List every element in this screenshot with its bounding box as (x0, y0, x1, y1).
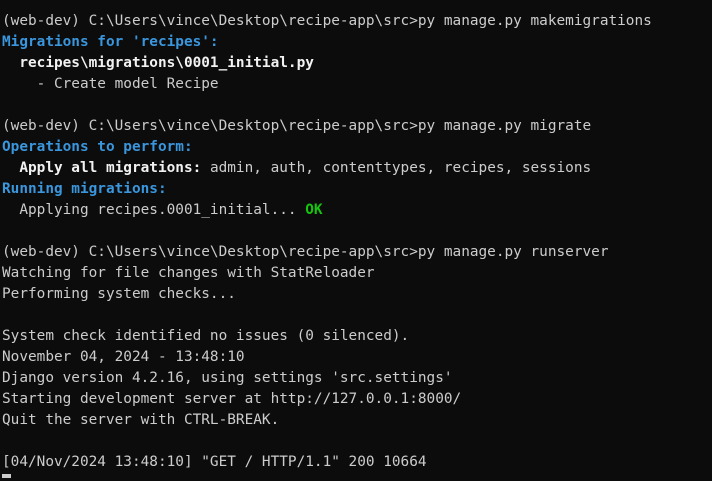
datetime-line: November 04, 2024 - 13:48:10 (2, 349, 245, 365)
django-version-line: Django version 4.2.16, using settings 's… (2, 370, 453, 386)
command-text: py manage.py migrate (417, 118, 592, 134)
no-issues-line: System check identified no issues (0 sil… (2, 328, 410, 344)
cursor-line (2, 473, 712, 481)
watching-line: Watching for file changes with StatReloa… (2, 265, 375, 281)
applying-text: Applying recipes.0001_initial... (2, 202, 297, 218)
apply-label: Apply all migrations: (2, 160, 202, 176)
text-cursor (2, 474, 11, 478)
prompt: (web-dev) C:\Users\vince\Desktop\recipe-… (2, 244, 418, 260)
request-log-line: [04/Nov/2024 13:48:10] "GET / HTTP/1.1" … (2, 454, 427, 470)
running-migrations-heading: Running migrations: (2, 181, 167, 197)
prompt-line-makemigrations: (web-dev) C:\Users\vince\Desktop\recipe-… (2, 11, 712, 32)
prompt: (web-dev) C:\Users\vince\Desktop\recipe-… (2, 13, 418, 29)
operations-heading: Operations to perform: (2, 139, 193, 155)
apply-apps: admin, auth, contenttypes, recipes, sess… (201, 160, 592, 176)
command-text: py manage.py makemigrations (417, 13, 652, 29)
system-checks-line: Performing system checks... (2, 286, 236, 302)
prompt-line-migrate: (web-dev) C:\Users\vince\Desktop\recipe-… (2, 116, 712, 137)
ok-status: OK (296, 202, 323, 218)
quit-hint-line: Quit the server with CTRL-BREAK. (2, 412, 280, 428)
migrations-heading: Migrations for 'recipes': (2, 34, 219, 50)
server-url-line: Starting development server at http://12… (2, 391, 462, 407)
command-text: py manage.py runserver (417, 244, 609, 260)
prompt: (web-dev) C:\Users\vince\Desktop\recipe-… (2, 118, 418, 134)
apply-migrations-line: Apply all migrations: admin, auth, conte… (2, 158, 712, 179)
applying-line: Applying recipes.0001_initial... OK (2, 200, 712, 221)
migration-file: recipes\migrations\0001_initial.py (2, 55, 314, 71)
prompt-line-runserver: (web-dev) C:\Users\vince\Desktop\recipe-… (2, 242, 712, 263)
terminal-window[interactable]: (web-dev) C:\Users\vince\Desktop\recipe-… (0, 0, 712, 481)
migration-operation: - Create model Recipe (2, 76, 219, 92)
